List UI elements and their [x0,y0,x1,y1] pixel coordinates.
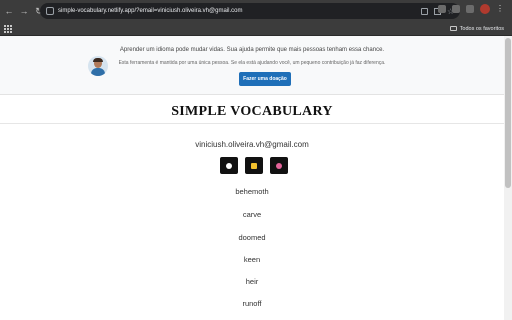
theme-yellow-button[interactable] [245,157,263,174]
donation-message: Aprender um idioma pode mudar vidas. Sua… [119,47,385,53]
install-app-icon[interactable] [421,7,428,15]
white-dot-icon [226,162,232,169]
extensions-puzzle-icon[interactable] [452,5,460,13]
donation-banner: Aprender um idioma pode mudar vidas. Sua… [0,36,504,95]
address-bar[interactable]: simple-vocabulary.netlify.app/?email=vin… [40,3,460,19]
author-avatar [88,56,108,76]
theme-white-button[interactable] [220,157,238,174]
site-info-icon[interactable] [46,7,54,15]
donation-submessage: Esta ferramenta é mantida por uma única … [118,60,386,66]
extension-icon[interactable] [438,5,446,13]
page-viewport: Aprender um idioma pode mudar vidas. Sua… [0,36,504,320]
bookmarks-bar: Todos os favoritos [0,22,512,36]
word-item[interactable]: heir [0,277,504,286]
apps-grid-icon[interactable] [4,24,12,33]
word-item[interactable]: runoff [0,299,504,308]
folder-icon [449,26,457,31]
word-item[interactable]: doomed [0,233,504,242]
all-bookmarks-folder[interactable]: Todos os favoritos [449,25,504,32]
donate-button[interactable]: Fazer uma doação [239,72,291,86]
scrollbar-thumb[interactable] [505,38,511,188]
word-item[interactable]: carve [0,210,504,219]
browser-toolbar: ← → ↻ simple-vocabulary.netlify.app/?ema… [0,0,512,22]
word-item[interactable]: keen [0,255,504,264]
theme-pink-button[interactable] [270,157,288,174]
back-icon[interactable]: ← [3,5,15,17]
user-email: viniciush.oliveira.vh@gmail.com [195,140,309,149]
url-text[interactable]: simple-vocabulary.netlify.app/?email=vin… [58,8,242,14]
divider [0,123,504,124]
all-bookmarks-label: Todos os favoritos [459,25,504,32]
more-menu-icon[interactable]: ⋮ [496,5,504,13]
yellow-square-icon [251,162,257,169]
pink-dot-icon [276,162,282,169]
profile-avatar[interactable] [480,4,490,14]
word-item[interactable]: behemoth [0,187,504,196]
forward-icon[interactable]: → [18,5,30,17]
side-panel-icon[interactable] [466,5,474,13]
page-title: SIMPLE VOCABULARY [171,104,333,119]
theme-selector [220,157,288,174]
